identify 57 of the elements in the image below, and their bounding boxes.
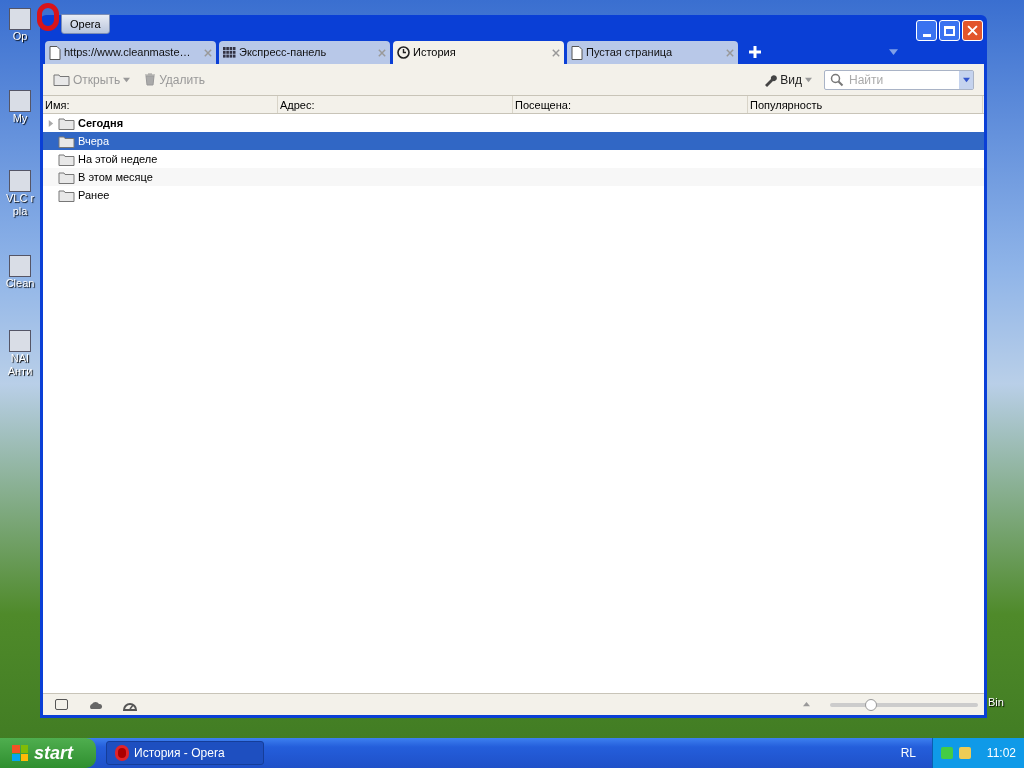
tab-label: https://www.cleanmaste… (64, 45, 192, 61)
close-icon[interactable] (552, 48, 560, 57)
row-label: Ранее (78, 187, 110, 203)
language-indicator[interactable]: RL (900, 744, 916, 762)
folder-icon (53, 73, 70, 86)
row-label: В этом месяце (78, 169, 153, 185)
expand-icon[interactable] (47, 119, 54, 127)
search-field[interactable]: Найти (824, 69, 974, 90)
cloud-icon[interactable] (88, 699, 103, 710)
column-header[interactable]: Популярность (748, 96, 983, 113)
caret-icon[interactable] (805, 76, 812, 83)
trash-icon (144, 73, 157, 86)
clock-icon (397, 46, 410, 59)
search-icon (830, 72, 844, 87)
desktop-icon-label[interactable]: Op (0, 30, 40, 43)
folder-icon (58, 152, 75, 166)
tab[interactable]: История (393, 41, 564, 64)
folder-icon (58, 134, 75, 148)
row-label: На этой неделе (78, 151, 158, 167)
minimize-button[interactable] (916, 20, 937, 41)
page-icon (571, 45, 583, 60)
tab[interactable]: https://www.cleanmaste… (45, 41, 216, 64)
caret-icon[interactable] (123, 76, 131, 83)
opera-logo-icon (115, 745, 129, 761)
slider-thumb[interactable] (865, 698, 878, 711)
folder-icon (58, 116, 75, 130)
row-label: Вчера (78, 133, 110, 149)
page-icon (49, 45, 61, 60)
tab[interactable]: Экспресс-панель (219, 41, 390, 64)
taskbar-button[interactable]: История - Opera (106, 741, 264, 765)
history-row[interactable]: Вчера (43, 132, 984, 150)
opera-menu-button[interactable]: Opera (61, 14, 110, 34)
view-button[interactable]: Вид (763, 70, 812, 89)
column-header[interactable]: Имя: (43, 96, 278, 113)
grid-icon (223, 47, 236, 58)
history-row[interactable]: В этом месяце (43, 168, 984, 186)
folder-icon (58, 188, 75, 202)
search-input[interactable]: Найти (849, 70, 959, 89)
column-header[interactable]: Адрес: (278, 96, 513, 113)
triangle-icon[interactable] (803, 701, 810, 708)
tab-label: История (413, 45, 457, 61)
tab-label: Пустая страница (586, 45, 674, 61)
tab-label: Экспресс-панель (239, 45, 328, 61)
dropdown-button[interactable] (959, 70, 973, 89)
maximize-button[interactable] (939, 20, 960, 41)
close-button[interactable] (962, 20, 983, 41)
tab[interactable]: Пустая страница (567, 41, 738, 64)
caret-icon[interactable] (962, 76, 970, 83)
wrench-icon (763, 72, 778, 87)
folder-icon (58, 170, 75, 184)
panel-toggle-icon[interactable] (55, 699, 68, 710)
plus-icon[interactable] (749, 46, 761, 58)
column-header[interactable]: Посещена: (513, 96, 748, 113)
windows-logo-icon (12, 745, 28, 761)
desktop-icon-label[interactable]: Bin (988, 694, 1004, 711)
caret-icon[interactable] (889, 47, 898, 56)
row-label: Сегодня (78, 115, 124, 131)
